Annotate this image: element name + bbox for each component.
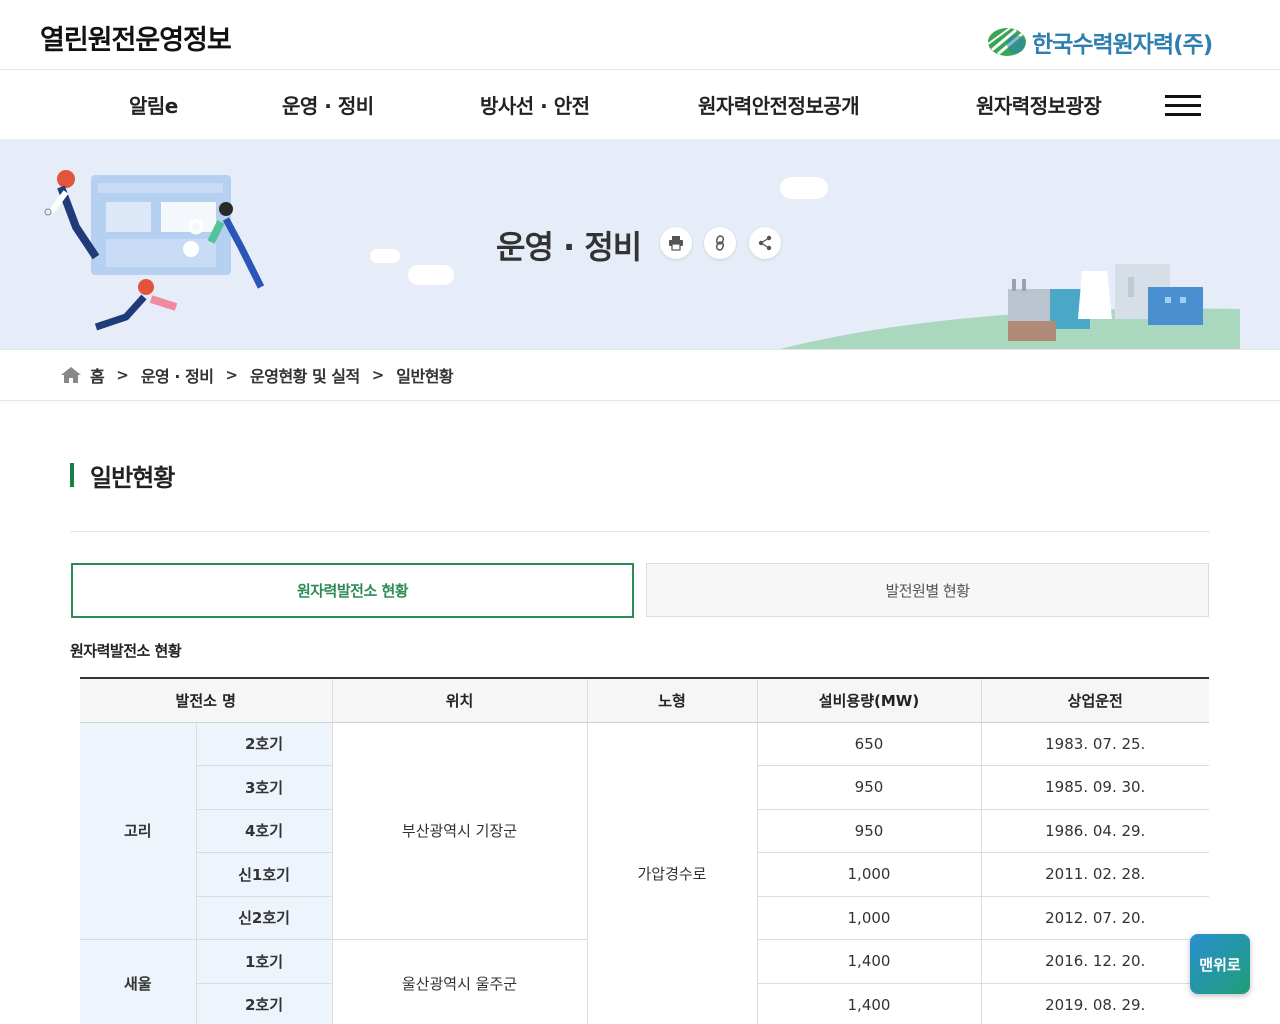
top-header: 열린원전운영정보 한국수력원자력(주) [0, 0, 1280, 70]
breadcrumb-home[interactable]: 홈 [90, 363, 105, 387]
tab-generation-source-status[interactable]: 발전원별 현황 [646, 563, 1209, 617]
operation-date-cell: 1985. 09. 30. [981, 765, 1209, 810]
cloud-decoration [370, 249, 400, 263]
unit-name-cell: 1호기 [196, 939, 333, 984]
site-name-cell: 고리 [80, 722, 197, 940]
page-title: 일반현황 [90, 463, 175, 492]
operation-date-cell: 2011. 02. 28. [981, 852, 1209, 897]
gnb-item-info-plaza[interactable]: 원자력정보광장 [976, 90, 1102, 119]
breadcrumb-general-status[interactable]: 일반현황 [396, 363, 453, 387]
gnb-item-notice[interactable]: 알림e [129, 90, 178, 119]
table-caption: 원자력발전소 현황 [70, 642, 182, 660]
location-cell: 울산광역시 울주군 [332, 939, 588, 1024]
breadcrumb-separator: > [225, 366, 238, 384]
hero-banner: 운영 · 정비 [0, 139, 1280, 349]
capacity-cell: 1,000 [757, 852, 982, 897]
table-header-row: 발전소 명 위치 노형 설비용량(MW) 상업운전 [80, 678, 1209, 723]
copy-link-button[interactable] [704, 227, 736, 259]
cloud-decoration [780, 177, 828, 199]
hamburger-icon[interactable] [1165, 95, 1201, 117]
nuclear-plant-table: 발전소 명 위치 노형 설비용량(MW) 상업운전 고리 2호기 부산광역시 기… [80, 677, 1209, 1024]
capacity-cell: 650 [757, 722, 982, 766]
print-button[interactable] [660, 227, 692, 259]
brand-name: 한국수력원자력(주) [1032, 32, 1213, 58]
page-heading: 일반현황 [70, 460, 175, 492]
unit-name-cell: 2호기 [196, 722, 333, 766]
breadcrumb: 홈 > 운영 · 정비 > 운영현황 및 실적 > 일반현황 [0, 349, 1280, 401]
divider [70, 531, 1210, 532]
unit-name-cell: 신2호기 [196, 896, 333, 940]
column-header-plant-name: 발전소 명 [80, 678, 333, 723]
power-plant-landscape-illustration [780, 264, 1240, 349]
people-working-illustration [44, 170, 265, 331]
breadcrumb-separator: > [371, 366, 385, 384]
table-row: 고리 2호기 부산광역시 기장군 가압경수로 650 1983. 07. 25. [80, 722, 1209, 1024]
hero-title: 운영 · 정비 [496, 228, 642, 266]
gnb-item-operation[interactable]: 운영 · 정비 [282, 90, 374, 119]
operation-date-cell: 2019. 08. 29. [981, 983, 1209, 1024]
operation-date-cell: 2016. 12. 20. [981, 939, 1209, 984]
breadcrumb-status-performance[interactable]: 운영현황 및 실적 [250, 363, 360, 387]
reactor-type-cell: 가압경수로 [587, 722, 758, 1024]
column-header-reactor-type: 노형 [587, 678, 758, 723]
column-header-location: 위치 [332, 678, 588, 723]
cloud-decoration [408, 265, 454, 285]
capacity-cell: 950 [757, 809, 982, 853]
unit-name-cell: 2호기 [196, 983, 333, 1024]
gnb-item-radiation[interactable]: 방사선 · 안전 [480, 90, 590, 119]
capacity-cell: 1,000 [757, 896, 982, 940]
capacity-cell: 1,400 [757, 983, 982, 1024]
unit-name-cell: 4호기 [196, 809, 333, 853]
site-title[interactable]: 열린원전운영정보 [40, 18, 232, 57]
gnb-item-safety-disclosure[interactable]: 원자력안전정보공개 [698, 90, 860, 119]
print-icon [669, 236, 683, 251]
khnp-logo-icon [987, 27, 1026, 56]
breadcrumb-separator: > [116, 366, 129, 384]
location-cell: 부산광역시 기장군 [332, 722, 588, 940]
column-header-commercial-operation: 상업운전 [981, 678, 1209, 723]
column-header-capacity: 설비용량(MW) [757, 678, 982, 723]
main-navigation: 알림e 운영 · 정비 방사선 · 안전 원자력안전정보공개 원자력정보광장 [0, 70, 1280, 139]
unit-name-cell: 3호기 [196, 765, 333, 810]
tab-nuclear-plant-status[interactable]: 원자력발전소 현황 [71, 563, 634, 618]
heading-accent-bar [70, 463, 74, 487]
breadcrumb-operation[interactable]: 운영 · 정비 [141, 363, 214, 387]
link-icon [715, 235, 725, 251]
operation-date-cell: 2012. 07. 20. [981, 896, 1209, 940]
capacity-cell: 950 [757, 765, 982, 810]
capacity-cell: 1,400 [757, 939, 982, 984]
site-name-cell: 새울 [80, 939, 197, 1024]
home-icon[interactable] [60, 366, 82, 384]
back-to-top-button[interactable]: 맨위로 [1190, 934, 1250, 994]
unit-name-cell: 신1호기 [196, 852, 333, 897]
brand-logo[interactable]: 한국수력원자력(주) [986, 24, 1234, 60]
operation-date-cell: 1983. 07. 25. [981, 722, 1209, 766]
operation-date-cell: 1986. 04. 29. [981, 809, 1209, 853]
